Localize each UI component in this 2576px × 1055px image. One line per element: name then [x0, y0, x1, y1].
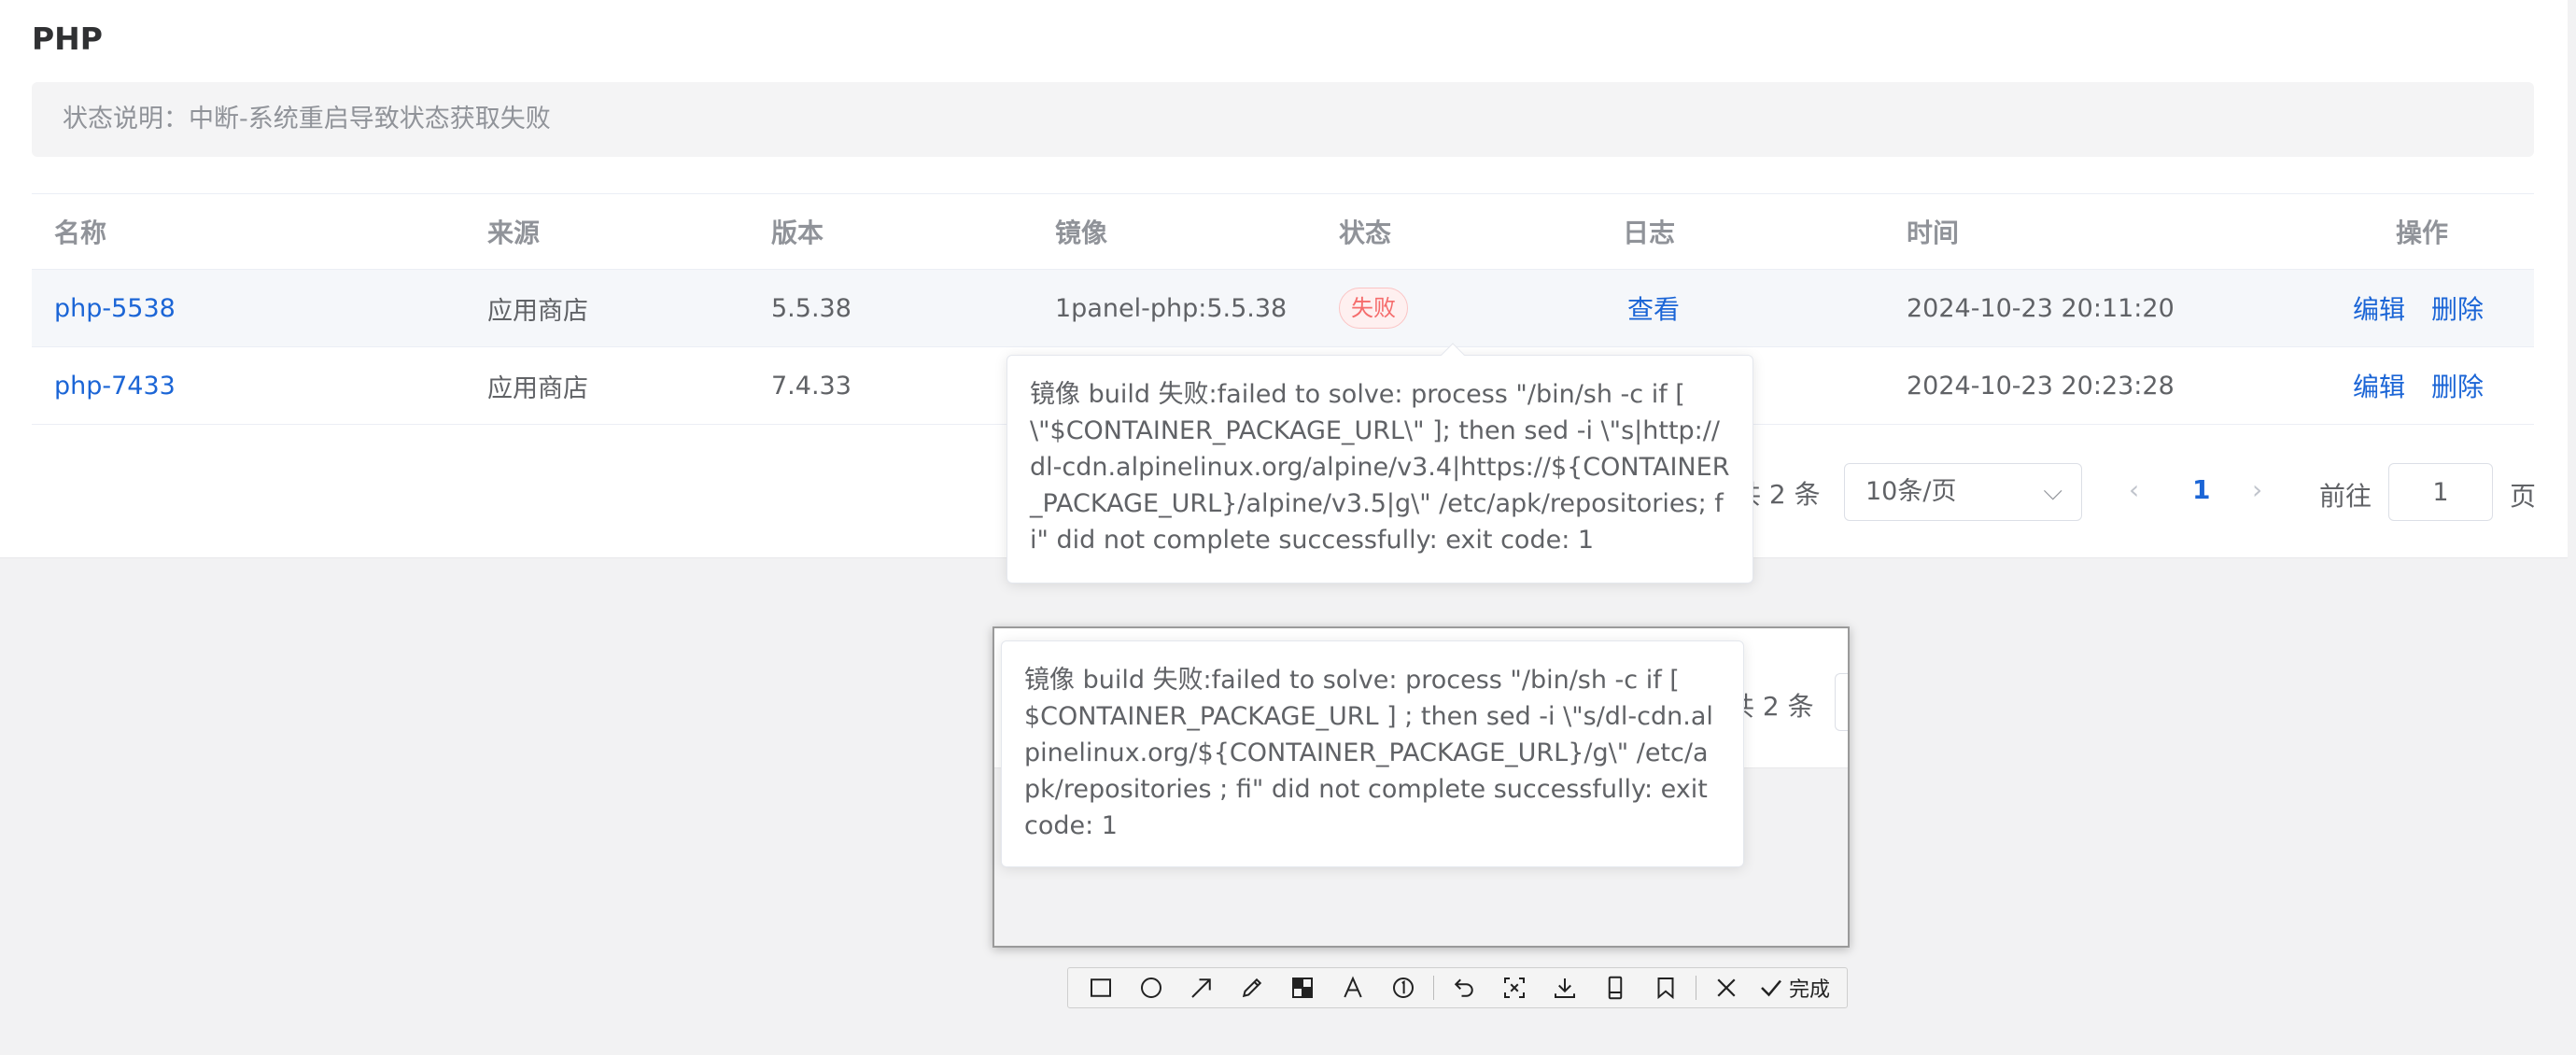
- header-time[interactable]: 时间: [1907, 194, 1959, 269]
- delete-button[interactable]: 删除: [2431, 367, 2484, 404]
- mosaic-icon[interactable]: [1277, 967, 1328, 1008]
- goto-label: 前往: [2319, 481, 2372, 512]
- edit-button[interactable]: 编辑: [2353, 367, 2405, 404]
- runtime-version: 7.4.33: [771, 371, 852, 401]
- ellipse-icon[interactable]: [1126, 967, 1176, 1008]
- pin-icon[interactable]: [1489, 967, 1540, 1008]
- number-icon[interactable]: [1378, 967, 1429, 1008]
- download-icon[interactable]: [1540, 967, 1590, 1008]
- runtime-name-link[interactable]: php-5538: [54, 270, 176, 346]
- status-badge[interactable]: 失败: [1339, 288, 1408, 329]
- status-note: 状态说明：中断-系统重启导致状态获取失败: [32, 82, 2534, 157]
- long-screenshot-icon[interactable]: [1590, 967, 1640, 1008]
- goto-page-input[interactable]: [2388, 463, 2493, 521]
- view-log-link[interactable]: 查看: [1627, 270, 1680, 346]
- header-name[interactable]: 名称: [54, 194, 106, 269]
- page-unit-label: 页: [2510, 481, 2537, 512]
- actions-cell: 编辑 删除: [2353, 347, 2510, 424]
- text-icon[interactable]: [1328, 967, 1378, 1008]
- error-tooltip: 镜像 build 失败:failed to solve: process "/b…: [1001, 640, 1744, 867]
- next-page-icon[interactable]: ›: [2252, 474, 2262, 505]
- runtime-image: 1panel-php:5.5.38: [1055, 293, 1288, 323]
- undo-icon[interactable]: [1439, 967, 1489, 1008]
- arrow-icon[interactable]: [1176, 967, 1227, 1008]
- status-cell: 失败: [1339, 270, 1408, 346]
- runtime-time: 2024-10-23 20:23:28: [1907, 371, 2175, 401]
- runtime-time: 2024-10-23 20:11:20: [1907, 293, 2175, 323]
- header-status[interactable]: 状态: [1339, 194, 1391, 269]
- runtime-source: 应用商店: [487, 373, 588, 403]
- runtime-source: 应用商店: [487, 296, 588, 326]
- chevron-down-icon: ⌵: [2043, 477, 2062, 506]
- delete-button[interactable]: 删除: [2431, 289, 2484, 327]
- edit-button[interactable]: 编辑: [2353, 289, 2405, 327]
- page-title: PHP: [32, 21, 103, 57]
- close-icon[interactable]: [1701, 967, 1752, 1008]
- page-size-value: 10条/页: [1865, 477, 1957, 506]
- prev-page-icon[interactable]: ‹: [2129, 474, 2139, 505]
- page-size-select[interactable]: 10条/页 ⌵: [1844, 463, 2082, 521]
- header-log[interactable]: 日志: [1623, 194, 1675, 269]
- error-message: 镜像 build 失败:failed to solve: process "/b…: [1024, 666, 1713, 840]
- done-button[interactable]: 完成: [1752, 967, 1836, 1008]
- error-message: 镜像 build 失败:failed to solve: process "/b…: [1030, 380, 1730, 555]
- header-version[interactable]: 版本: [771, 194, 823, 269]
- captured-select-edge: [1835, 673, 1848, 731]
- check-icon: [1761, 979, 1781, 997]
- actions-cell: 编辑 删除: [2353, 270, 2510, 346]
- header-actions: 操作: [2396, 218, 2449, 248]
- screenshot-toolbar: 完成: [1067, 967, 1848, 1008]
- toolbar-separator: [1433, 976, 1434, 1000]
- header-source[interactable]: 来源: [487, 194, 540, 269]
- header-image[interactable]: 镜像: [1055, 194, 1107, 269]
- table-header: 名称 来源 版本 镜像 状态 日志 时间 操作: [32, 193, 2534, 270]
- table-row: php-5538 应用商店 5.5.38 1panel-php:5.5.38 失…: [32, 270, 2534, 347]
- runtime-name-link[interactable]: php-7433: [54, 347, 176, 424]
- current-page-number[interactable]: 1: [2192, 474, 2210, 505]
- runtime-version: 5.5.38: [771, 293, 852, 323]
- pen-icon[interactable]: [1227, 967, 1277, 1008]
- error-tooltip: 镜像 build 失败:failed to solve: process "/b…: [1006, 343, 1753, 584]
- done-label: 完成: [1789, 978, 1831, 1002]
- bookmark-icon[interactable]: [1640, 967, 1691, 1008]
- rectangle-icon[interactable]: [1076, 967, 1126, 1008]
